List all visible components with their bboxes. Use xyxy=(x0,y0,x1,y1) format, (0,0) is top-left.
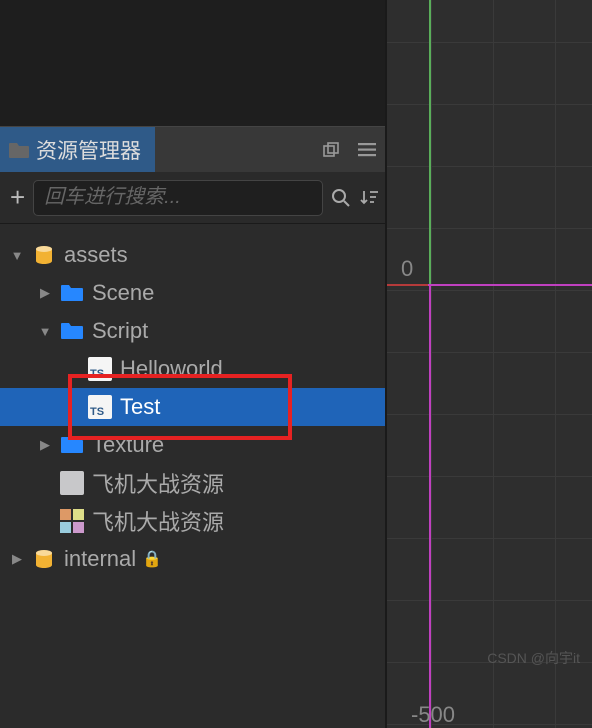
node-label: 飞机大战资源 xyxy=(92,467,224,499)
axis-label-neg500: -500 xyxy=(411,702,455,728)
tree-node-plane1[interactable]: ▶ 飞机大战资源 xyxy=(0,464,385,502)
tree-node-internal[interactable]: ▶ internal 🔒 xyxy=(0,540,385,578)
node-label: Texture xyxy=(92,432,164,458)
tab-bar: 资源管理器 xyxy=(0,127,385,172)
node-label: assets xyxy=(64,242,128,268)
node-label: Test xyxy=(120,394,160,420)
folder-icon xyxy=(58,433,86,457)
tree-node-texture[interactable]: ▶ Texture xyxy=(0,426,385,464)
search-icon[interactable] xyxy=(331,180,351,216)
axis-y-negative xyxy=(429,284,431,728)
node-label: internal xyxy=(64,546,136,572)
image-icon xyxy=(58,471,86,495)
chevron-right-icon: ▶ xyxy=(36,284,54,302)
toolbar: + xyxy=(0,172,385,224)
chevron-down-icon: ▼ xyxy=(8,246,26,264)
scene-viewport[interactable]: 0 -500 xyxy=(385,0,592,728)
node-label: 飞机大战资源 xyxy=(92,505,224,537)
sort-icon[interactable] xyxy=(359,180,379,216)
search-input[interactable] xyxy=(33,180,323,216)
chevron-right-icon: ▶ xyxy=(36,436,54,454)
panel-top-blank xyxy=(0,0,385,127)
lock-icon: 🔒 xyxy=(142,549,162,569)
node-label: Scene xyxy=(92,280,154,306)
watermark: CSDN @向宇it xyxy=(487,648,580,668)
popout-button[interactable] xyxy=(313,127,349,172)
add-button[interactable]: + xyxy=(10,182,25,213)
asset-tree: ▼ assets ▶ Scene ▼ Script ▶ TS Hel xyxy=(0,224,385,578)
tree-node-helloworld[interactable]: ▶ TS Helloworld xyxy=(0,350,385,388)
tree-node-scene[interactable]: ▶ Scene xyxy=(0,274,385,312)
database-icon xyxy=(30,547,58,571)
chevron-right-icon: ▶ xyxy=(8,550,26,568)
assets-panel: 资源管理器 + ▼ assets ▶ xyxy=(0,0,385,728)
folder-tab-icon xyxy=(8,141,30,159)
node-label: Script xyxy=(92,318,148,344)
tree-node-test[interactable]: ▶ TS Test xyxy=(0,388,385,426)
axis-x xyxy=(387,284,592,286)
axis-y-positive xyxy=(429,0,431,284)
tree-node-assets[interactable]: ▼ assets xyxy=(0,236,385,274)
ts-file-icon: TS xyxy=(86,357,114,381)
tab-assets-manager[interactable]: 资源管理器 xyxy=(0,127,155,172)
grid-background xyxy=(387,0,592,728)
folder-icon xyxy=(58,319,86,343)
chevron-down-icon: ▼ xyxy=(36,322,54,340)
ts-file-icon: TS xyxy=(86,395,114,419)
atlas-icon xyxy=(58,509,86,533)
database-icon xyxy=(30,243,58,267)
tree-node-plane2[interactable]: ▶ 飞机大战资源 xyxy=(0,502,385,540)
node-label: Helloworld xyxy=(120,356,223,382)
axis-label-zero: 0 xyxy=(401,256,413,282)
tab-title: 资源管理器 xyxy=(36,135,141,165)
menu-button[interactable] xyxy=(349,127,385,172)
folder-icon xyxy=(58,281,86,305)
tree-node-script[interactable]: ▼ Script xyxy=(0,312,385,350)
